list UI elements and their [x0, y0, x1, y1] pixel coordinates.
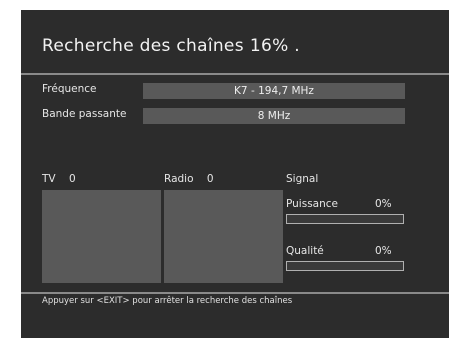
quality-value: 0%: [375, 245, 392, 257]
footer-divider: [21, 292, 449, 294]
tv-label: TV: [42, 173, 56, 185]
header-divider: [21, 73, 449, 75]
power-meter: [286, 214, 404, 224]
radio-list-header: Radio 0: [164, 173, 214, 185]
quality-label: Qualité: [286, 245, 324, 257]
quality-meter: [286, 261, 404, 271]
channel-search-screen: Recherche des chaînes 16% . Fréquence K7 …: [21, 10, 449, 338]
page-title: Recherche des chaînes 16% .: [42, 36, 300, 56]
signal-title: Signal: [286, 173, 319, 185]
radio-label: Radio: [164, 173, 194, 185]
tv-list-header: TV 0: [42, 173, 76, 185]
exit-hint: Appuyer sur <EXIT> pour arrêter la reche…: [42, 296, 293, 306]
tv-channel-list: [42, 190, 161, 283]
power-label: Puissance: [286, 198, 338, 210]
radio-count: 0: [206, 173, 214, 185]
power-value: 0%: [375, 198, 392, 210]
bandwidth-label: Bande passante: [42, 108, 127, 120]
title-text: Recherche des chaînes: [42, 36, 244, 56]
radio-channel-list: [164, 190, 283, 283]
frequency-label: Fréquence: [42, 83, 97, 95]
tv-count: 0: [68, 173, 76, 185]
bandwidth-value: 8 MHz: [143, 108, 405, 124]
frequency-value: K7 - 194,7 MHz: [143, 83, 405, 99]
scan-progress-text: 16% .: [249, 36, 300, 56]
